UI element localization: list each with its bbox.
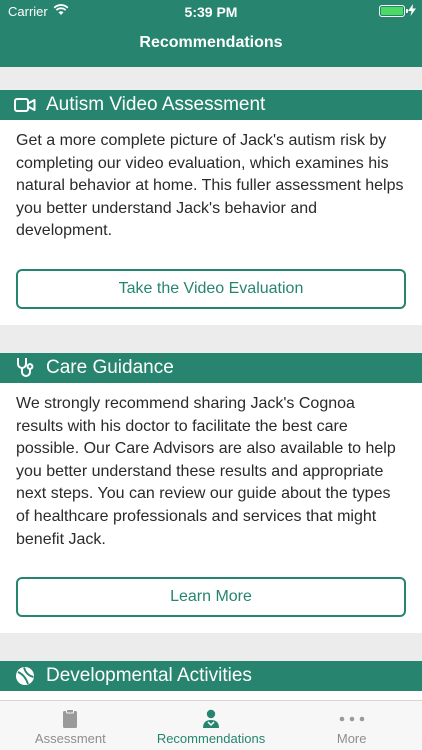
card-title: Developmental Activities bbox=[46, 665, 252, 687]
tab-bar: Assessment Recommendations More bbox=[0, 700, 422, 750]
battery-icon bbox=[379, 5, 408, 17]
card-header: Care Guidance bbox=[0, 352, 422, 383]
video-camera-icon bbox=[14, 94, 36, 116]
card-care-guidance: Care Guidance We strongly recommend shar… bbox=[0, 352, 422, 634]
card-header: Developmental Activities bbox=[0, 661, 422, 692]
card-video-assessment: Autism Video Assessment Get a more compl… bbox=[0, 90, 422, 325]
tab-more[interactable]: More bbox=[281, 701, 422, 750]
more-dots-icon bbox=[338, 709, 366, 729]
card-title: Autism Video Assessment bbox=[46, 94, 266, 115]
learn-more-button[interactable]: Learn More bbox=[16, 577, 406, 618]
header: Carrier 5:39 PM Recommendations bbox=[0, 0, 422, 67]
tab-recommendations[interactable]: Recommendations bbox=[141, 701, 282, 750]
card-title: Care Guidance bbox=[46, 356, 174, 378]
wifi-icon bbox=[53, 3, 69, 19]
status-bar: Carrier 5:39 PM bbox=[0, 0, 422, 22]
card-header: Autism Video Assessment bbox=[0, 90, 422, 120]
carrier-label: Carrier bbox=[8, 3, 48, 19]
tab-assessment[interactable]: Assessment bbox=[0, 701, 141, 750]
stethoscope-icon bbox=[14, 357, 36, 379]
card-text: We strongly recommend sharing Jack's Cog… bbox=[16, 394, 396, 548]
ball-icon bbox=[14, 665, 36, 687]
recommendations-list[interactable]: Autism Video Assessment Get a more compl… bbox=[0, 67, 422, 700]
person-icon bbox=[202, 709, 220, 729]
card-developmental-activities: Developmental Activities bbox=[0, 661, 422, 700]
tab-label: Assessment bbox=[34, 731, 106, 746]
charging-icon bbox=[408, 3, 416, 19]
take-video-evaluation-button[interactable]: Take the Video Evaluation bbox=[16, 268, 406, 309]
clipboard-icon bbox=[62, 709, 78, 729]
tab-label: More bbox=[336, 731, 367, 746]
card-text: Get a more complete picture of Jack's au… bbox=[16, 132, 404, 240]
tab-label: Recommendations bbox=[156, 731, 266, 746]
page-title: Recommendations bbox=[139, 34, 283, 51]
